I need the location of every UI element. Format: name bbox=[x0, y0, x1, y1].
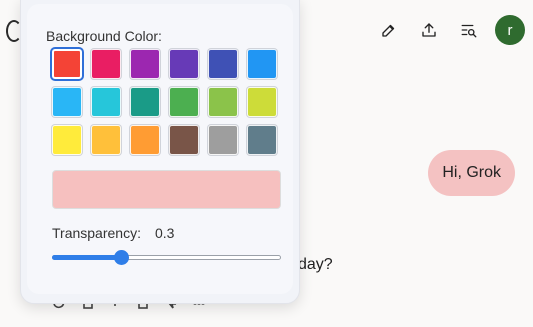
share-button[interactable] bbox=[413, 14, 445, 46]
color-swatch[interactable] bbox=[91, 49, 121, 79]
background-color-label: Background Color: bbox=[46, 28, 162, 44]
transparency-label: Transparency: bbox=[52, 225, 141, 241]
color-swatch[interactable] bbox=[130, 49, 160, 79]
transparency-value: 0.3 bbox=[154, 225, 175, 241]
color-swatch-grid bbox=[52, 49, 277, 155]
slider-thumb[interactable] bbox=[113, 250, 129, 265]
header-actions: r bbox=[365, 14, 525, 46]
history-search-button[interactable] bbox=[453, 14, 485, 46]
upload-icon bbox=[422, 23, 436, 37]
color-swatch[interactable] bbox=[169, 125, 199, 155]
avatar[interactable]: r bbox=[495, 15, 525, 45]
new-chat-button[interactable] bbox=[373, 14, 405, 46]
color-swatch[interactable] bbox=[169, 87, 199, 117]
color-swatch[interactable] bbox=[208, 125, 238, 155]
color-swatch[interactable] bbox=[91, 87, 121, 117]
color-swatch[interactable] bbox=[52, 125, 82, 155]
color-swatch[interactable] bbox=[91, 125, 121, 155]
background-color-picker: Background Color: Transparency: 0.3 bbox=[20, 0, 300, 304]
user-message-bubble: Hi, Grok bbox=[428, 150, 515, 196]
color-swatch[interactable] bbox=[208, 87, 238, 117]
assistant-reply-text: day? bbox=[298, 256, 333, 273]
color-preview bbox=[52, 170, 281, 209]
color-swatch[interactable] bbox=[247, 87, 277, 117]
color-swatch[interactable] bbox=[130, 87, 160, 117]
color-swatch[interactable] bbox=[247, 125, 277, 155]
color-swatch[interactable] bbox=[130, 125, 160, 155]
edit-icon bbox=[382, 24, 395, 37]
color-swatch[interactable] bbox=[52, 87, 82, 117]
search-history-icon bbox=[461, 24, 477, 38]
color-swatch[interactable] bbox=[169, 49, 199, 79]
color-swatch[interactable] bbox=[208, 49, 238, 79]
transparency-row: Transparency: 0.3 bbox=[52, 225, 174, 241]
transparency-slider[interactable] bbox=[52, 250, 281, 265]
color-swatch[interactable] bbox=[247, 49, 277, 79]
slider-fill bbox=[52, 255, 121, 260]
color-swatch[interactable] bbox=[52, 49, 82, 79]
picker-panel: Background Color: Transparency: 0.3 bbox=[27, 4, 293, 294]
